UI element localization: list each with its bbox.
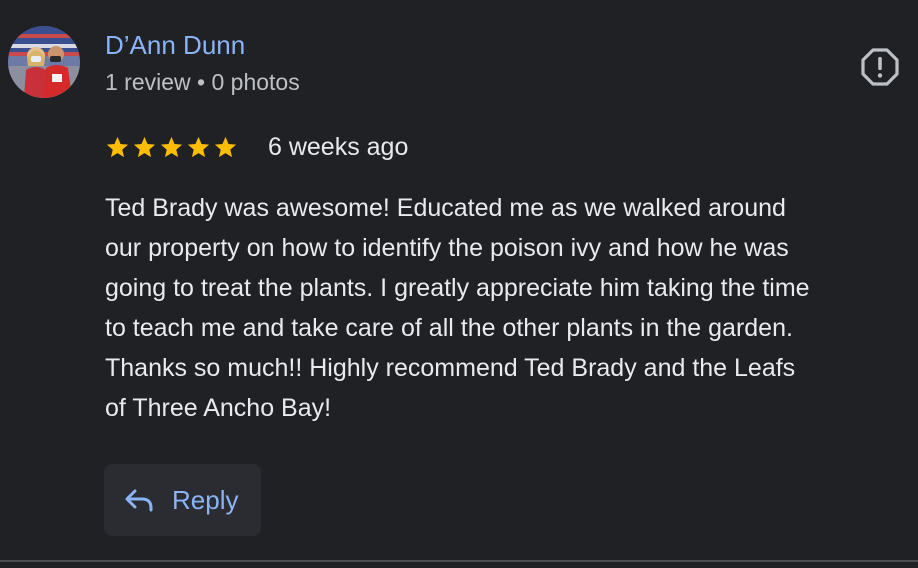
avatar[interactable]	[8, 26, 80, 98]
star-icon	[187, 136, 210, 158]
avatar-photo	[8, 26, 80, 98]
author-name[interactable]: D’Ann Dunn	[105, 28, 245, 62]
divider	[0, 560, 918, 562]
star-icon	[214, 136, 237, 158]
review-text: Ted Brady was awesome! Educated me as we…	[105, 194, 810, 422]
reply-button[interactable]: Reply	[104, 464, 261, 536]
star-icon	[160, 136, 183, 158]
reply-label: Reply	[172, 485, 239, 515]
reply-arrow-icon	[124, 488, 154, 512]
star-icon	[106, 136, 129, 158]
review-card: D’Ann Dunn 1 review • 0 photos 6 weeks a…	[0, 0, 918, 568]
report-icon[interactable]	[860, 47, 900, 87]
star-rating	[105, 133, 238, 163]
review-time: 6 weeks ago	[268, 133, 409, 161]
star-icon	[133, 136, 156, 158]
author-meta: 1 review • 0 photos	[105, 69, 300, 95]
